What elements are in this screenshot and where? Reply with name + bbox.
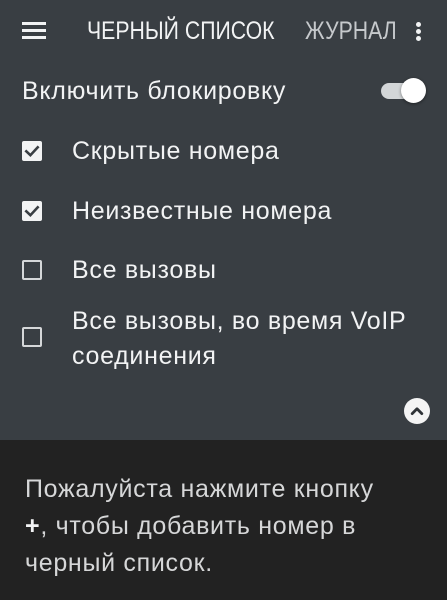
top-app-bar: ЧЕРНЫЙ СПИСОК ЖУРНАЛ [0, 0, 447, 62]
tab-blacklist[interactable]: ЧЕРНЫЙ СПИСОК [87, 18, 275, 44]
all-calls-during-voip-label: Все вызовы, во время VoIP соединения [72, 307, 406, 370]
settings-panel [0, 62, 447, 440]
unknown-numbers-label: Неизвестные номера [72, 197, 333, 225]
tab-log[interactable]: ЖУРНАЛ [305, 18, 397, 44]
checkmark-icon [24, 205, 40, 218]
hidden-numbers-label: Скрытые номера [72, 137, 280, 165]
collapse-button[interactable] [404, 398, 430, 424]
menu-icon-line [22, 36, 46, 39]
plus-symbol: + [25, 512, 41, 540]
empty-state-line-3: черный список. [25, 549, 213, 577]
empty-state-line-2-text: , чтобы добавить номер в [40, 512, 357, 540]
unknown-numbers-checkbox[interactable] [22, 201, 42, 221]
chevron-up-icon [410, 407, 424, 415]
checkmark-icon [24, 145, 40, 158]
more-options-icon-dot [416, 36, 421, 41]
empty-state-message: Пожалуйста нажмите кнопку +, чтобы добав… [25, 471, 374, 582]
menu-icon[interactable] [22, 20, 46, 40]
all-calls-checkbox[interactable] [22, 260, 42, 280]
more-options-icon-dot [416, 22, 421, 27]
more-options-icon[interactable] [416, 22, 422, 42]
empty-state-line-2: +, чтобы добавить номер в [25, 508, 374, 545]
empty-state-panel: Пожалуйста нажмите кнопку +, чтобы добав… [0, 440, 447, 600]
menu-icon-line [22, 29, 46, 32]
all-calls-during-voip-checkbox[interactable] [22, 327, 42, 347]
menu-icon-line [22, 22, 46, 25]
empty-state-line-1: Пожалуйста нажмите кнопку [25, 475, 374, 503]
all-calls-label: Все вызовы [72, 256, 217, 284]
toggle-thumb [401, 78, 426, 103]
more-options-icon-dot [416, 29, 421, 34]
enable-blocking-toggle[interactable] [380, 78, 426, 104]
enable-blocking-label: Включить блокировку [22, 77, 287, 105]
hidden-numbers-checkbox[interactable] [22, 141, 42, 161]
